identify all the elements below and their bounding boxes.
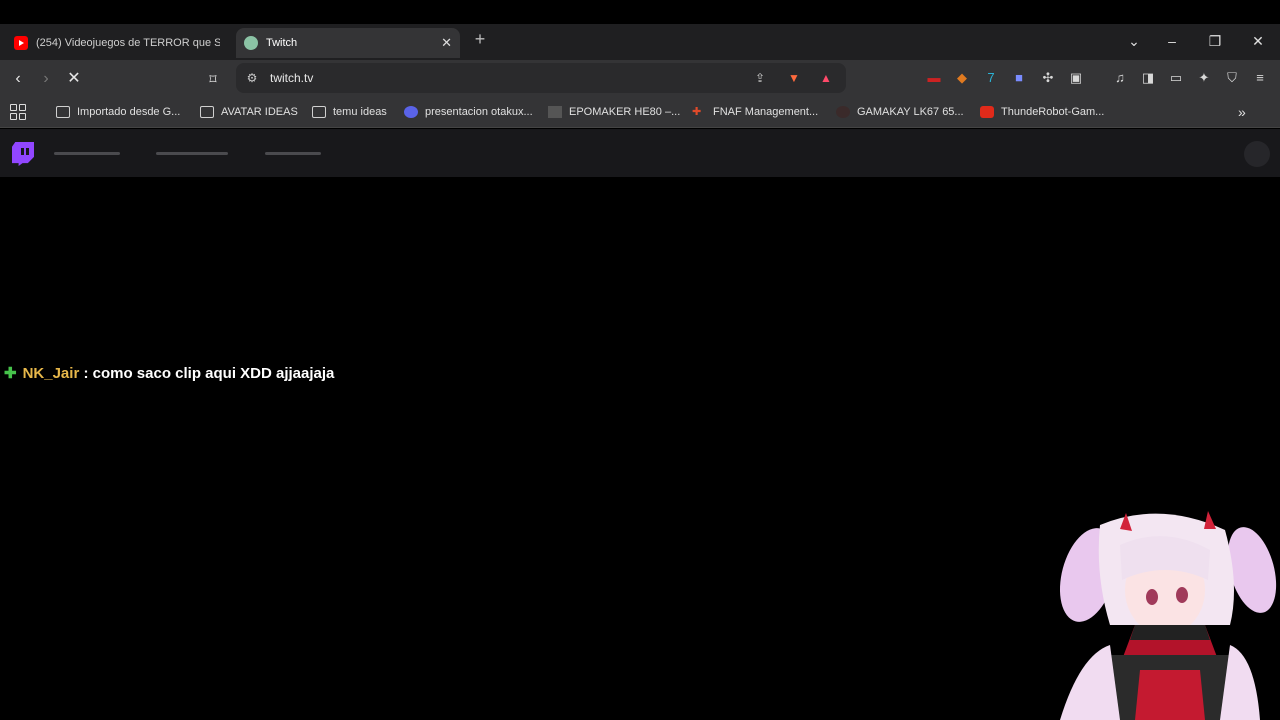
bookmark-label: ThundeRobot-Gam... <box>1001 106 1105 118</box>
bookmark-item[interactable]: EPOMAKER HE80 –... <box>548 103 680 121</box>
vpn-shield-icon[interactable]: ⛉ <box>1224 70 1240 86</box>
bookmark-item[interactable]: ✚ FNAF Management... <box>692 103 818 121</box>
bookmark-label: AVATAR IDEAS <box>221 106 298 118</box>
extension-icon[interactable]: ■ <box>1011 70 1027 86</box>
bookmark-icon[interactable]: ⌑ <box>203 69 223 89</box>
bookmark-label: GAMAKAY LK67 65... <box>857 106 964 118</box>
site-icon: ✚ <box>692 106 702 118</box>
site-icon <box>836 106 850 118</box>
twitch-icon <box>244 36 258 50</box>
tab-twitch[interactable]: Twitch ✕ <box>236 28 460 58</box>
menu-icon[interactable]: ≡ <box>1252 70 1268 86</box>
bookmark-item[interactable]: presentacion otakux... <box>404 103 533 121</box>
tab-title: (254) Videojuegos de TERROR que S <box>36 37 220 49</box>
nav-placeholder <box>265 152 321 155</box>
bookmark-item[interactable]: Importado desde G... <box>56 103 180 121</box>
site-icon <box>548 106 562 118</box>
bookmark-item[interactable]: GAMAKAY LK67 65... <box>836 103 964 121</box>
chat-separator: : <box>79 364 93 382</box>
minimize-icon[interactable]: – <box>1162 31 1182 51</box>
chat-badge-icon: ✚ <box>4 365 17 382</box>
extension-icon[interactable]: ▬ <box>926 70 942 86</box>
leo-ai-icon[interactable]: ✦ <box>1196 70 1212 86</box>
address-bar[interactable]: ⚙ twitch.tv ⇪ ▼ ▲ <box>236 63 846 93</box>
bookmark-item[interactable]: temu ideas <box>312 103 387 121</box>
toolbar: ‹ › ✕ ⌑ ⚙ twitch.tv ⇪ ▼ ▲ ▬ ◆ 7 ■ ✣ ▣ ♫ … <box>0 60 1280 96</box>
top-black-strip <box>0 0 1280 24</box>
nav-placeholder <box>54 152 120 155</box>
extension-icon[interactable]: 7 <box>983 70 999 86</box>
tab-manager-icon[interactable]: ▣ <box>1068 70 1084 86</box>
folder-icon <box>200 106 214 118</box>
restore-icon[interactable]: ❐ <box>1205 31 1225 51</box>
bookmark-item[interactable]: ThundeRobot-Gam... <box>980 103 1104 121</box>
forward-icon[interactable]: › <box>36 69 56 89</box>
sidebar-icon[interactable]: ◨ <box>1140 70 1156 86</box>
twitch-logo-icon[interactable] <box>12 142 34 166</box>
music-icon[interactable]: ♫ <box>1112 70 1128 86</box>
folder-icon <box>56 106 70 118</box>
bookmark-label: EPOMAKER HE80 –... <box>569 106 681 118</box>
youtube-icon <box>14 36 28 50</box>
chat-username: NK_Jair <box>22 364 80 382</box>
close-icon[interactable]: ✕ <box>441 35 452 51</box>
bookmark-label: presentacion otakux... <box>425 106 533 118</box>
stop-loading-icon[interactable]: ✕ <box>64 69 84 89</box>
twitch-top-nav <box>0 129 1280 177</box>
bookmark-label: FNAF Management... <box>713 106 819 118</box>
tab-search-icon[interactable]: ⌄ <box>1124 31 1144 51</box>
more-bookmarks-icon[interactable]: » <box>1238 103 1246 121</box>
site-icon <box>980 106 994 118</box>
avatar-placeholder <box>1244 141 1270 167</box>
bookmarks-bar: Importado desde G... AVATAR IDEAS temu i… <box>0 96 1280 128</box>
wallet-icon[interactable]: ▭ <box>1168 70 1184 86</box>
back-icon[interactable]: ‹ <box>8 69 28 89</box>
bookmark-label: Importado desde G... <box>77 106 181 118</box>
puzzle-icon[interactable]: ✣ <box>1040 70 1056 86</box>
bookmark-label: temu ideas <box>333 106 387 118</box>
bookmark-item[interactable]: AVATAR IDEAS <box>200 103 298 121</box>
url-text: twitch.tv <box>270 71 314 85</box>
tab-title: Twitch <box>266 37 298 49</box>
tab-bar: (254) Videojuegos de TERROR que S Twitch… <box>0 24 1280 60</box>
extension-icon[interactable]: ◆ <box>954 70 970 86</box>
brave-shields-icon[interactable]: ▼ <box>786 70 802 86</box>
share-icon[interactable]: ⇪ <box>752 70 768 86</box>
site-settings-icon[interactable]: ⚙ <box>244 70 260 86</box>
brave-rewards-icon[interactable]: ▲ <box>818 70 834 86</box>
apps-grid-icon[interactable] <box>10 104 26 120</box>
new-tab-button[interactable]: + <box>470 29 490 53</box>
tab-youtube[interactable]: (254) Videojuegos de TERROR que S <box>6 28 228 58</box>
folder-icon <box>312 106 326 118</box>
site-icon <box>404 106 418 118</box>
chat-message: como saco clip aqui XDD ajjaajaja <box>92 364 335 382</box>
chat-overlay-message: ✚ NK_Jair : como saco clip aqui XDD ajja… <box>4 364 335 383</box>
vtuber-avatar <box>1059 511 1277 720</box>
close-window-icon[interactable]: ✕ <box>1248 31 1268 51</box>
nav-placeholder <box>156 152 228 155</box>
